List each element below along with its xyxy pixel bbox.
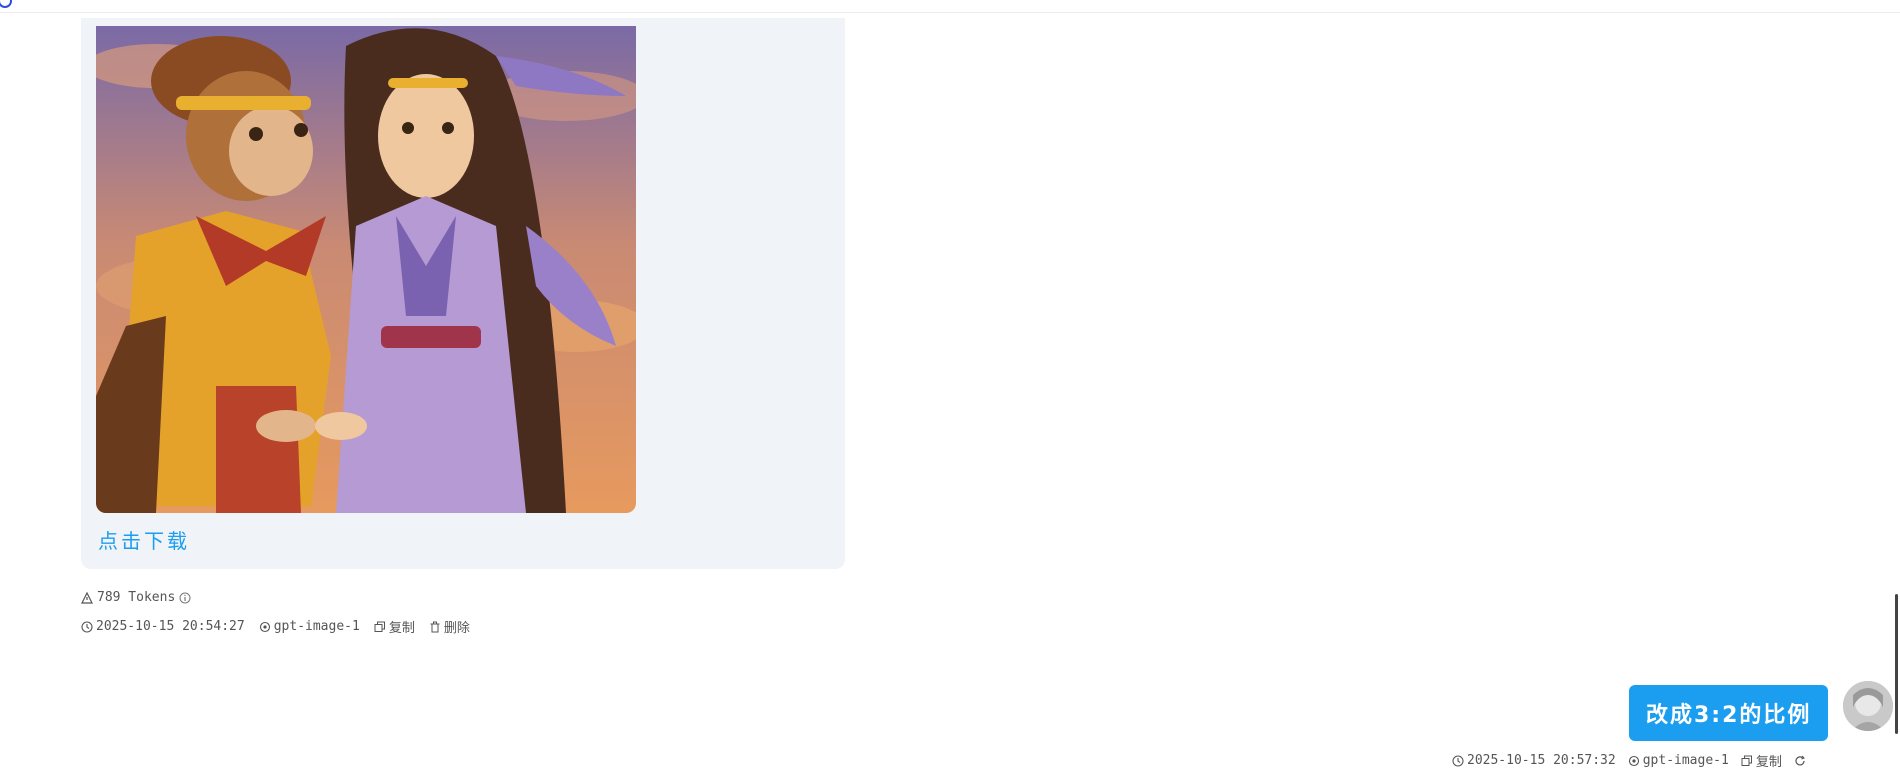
ai-message-meta: 2025-10-15 20:54:27 gpt-image-1 复制 删除	[81, 617, 470, 636]
clock-icon	[1452, 754, 1464, 767]
ai-copy-button[interactable]: 复制	[374, 617, 415, 636]
token-count: 789 Tokens	[97, 590, 176, 605]
model-icon	[259, 621, 271, 633]
info-icon[interactable]	[179, 592, 191, 604]
user-copy-button[interactable]: 复制	[1741, 751, 1782, 770]
scrollbar[interactable]	[1895, 594, 1898, 734]
ai-model-name: gpt-image-1	[273, 619, 360, 634]
user-timestamp-text: 2025-10-15 20:57:32	[1467, 753, 1616, 768]
token-usage: 789 Tokens	[81, 590, 191, 605]
user-model: gpt-image-1	[1628, 753, 1729, 768]
user-message-meta: 2025-10-15 20:57:32 gpt-image-1 复制	[1452, 751, 1806, 770]
ai-copy-label: 复制	[388, 621, 415, 636]
generated-image[interactable]	[96, 26, 636, 513]
tokens-icon	[81, 591, 93, 604]
avatar[interactable]	[1843, 681, 1893, 731]
regenerate-button[interactable]	[1794, 755, 1806, 767]
user-message-bubble: 改成3:2的比例	[1629, 685, 1829, 741]
ai-timestamp: 2025-10-15 20:54:27	[81, 619, 245, 634]
trash-icon	[429, 621, 441, 633]
clock-icon	[81, 620, 93, 633]
copy-icon	[374, 621, 386, 633]
user-model-name: gpt-image-1	[1642, 753, 1729, 768]
logo-icon	[0, 0, 12, 8]
ai-model: gpt-image-1	[259, 619, 360, 634]
ai-delete-label: 删除	[443, 621, 470, 636]
ai-timestamp-text: 2025-10-15 20:54:27	[96, 619, 245, 634]
model-icon	[1628, 755, 1640, 767]
user-copy-label: 复制	[1755, 755, 1782, 770]
copy-icon	[1741, 755, 1753, 767]
top-bar	[0, 0, 1900, 13]
user-timestamp: 2025-10-15 20:57:32	[1452, 753, 1616, 768]
ai-delete-button[interactable]: 删除	[429, 617, 470, 636]
download-link[interactable]: 点击下载	[98, 525, 190, 554]
refresh-icon	[1794, 755, 1806, 767]
